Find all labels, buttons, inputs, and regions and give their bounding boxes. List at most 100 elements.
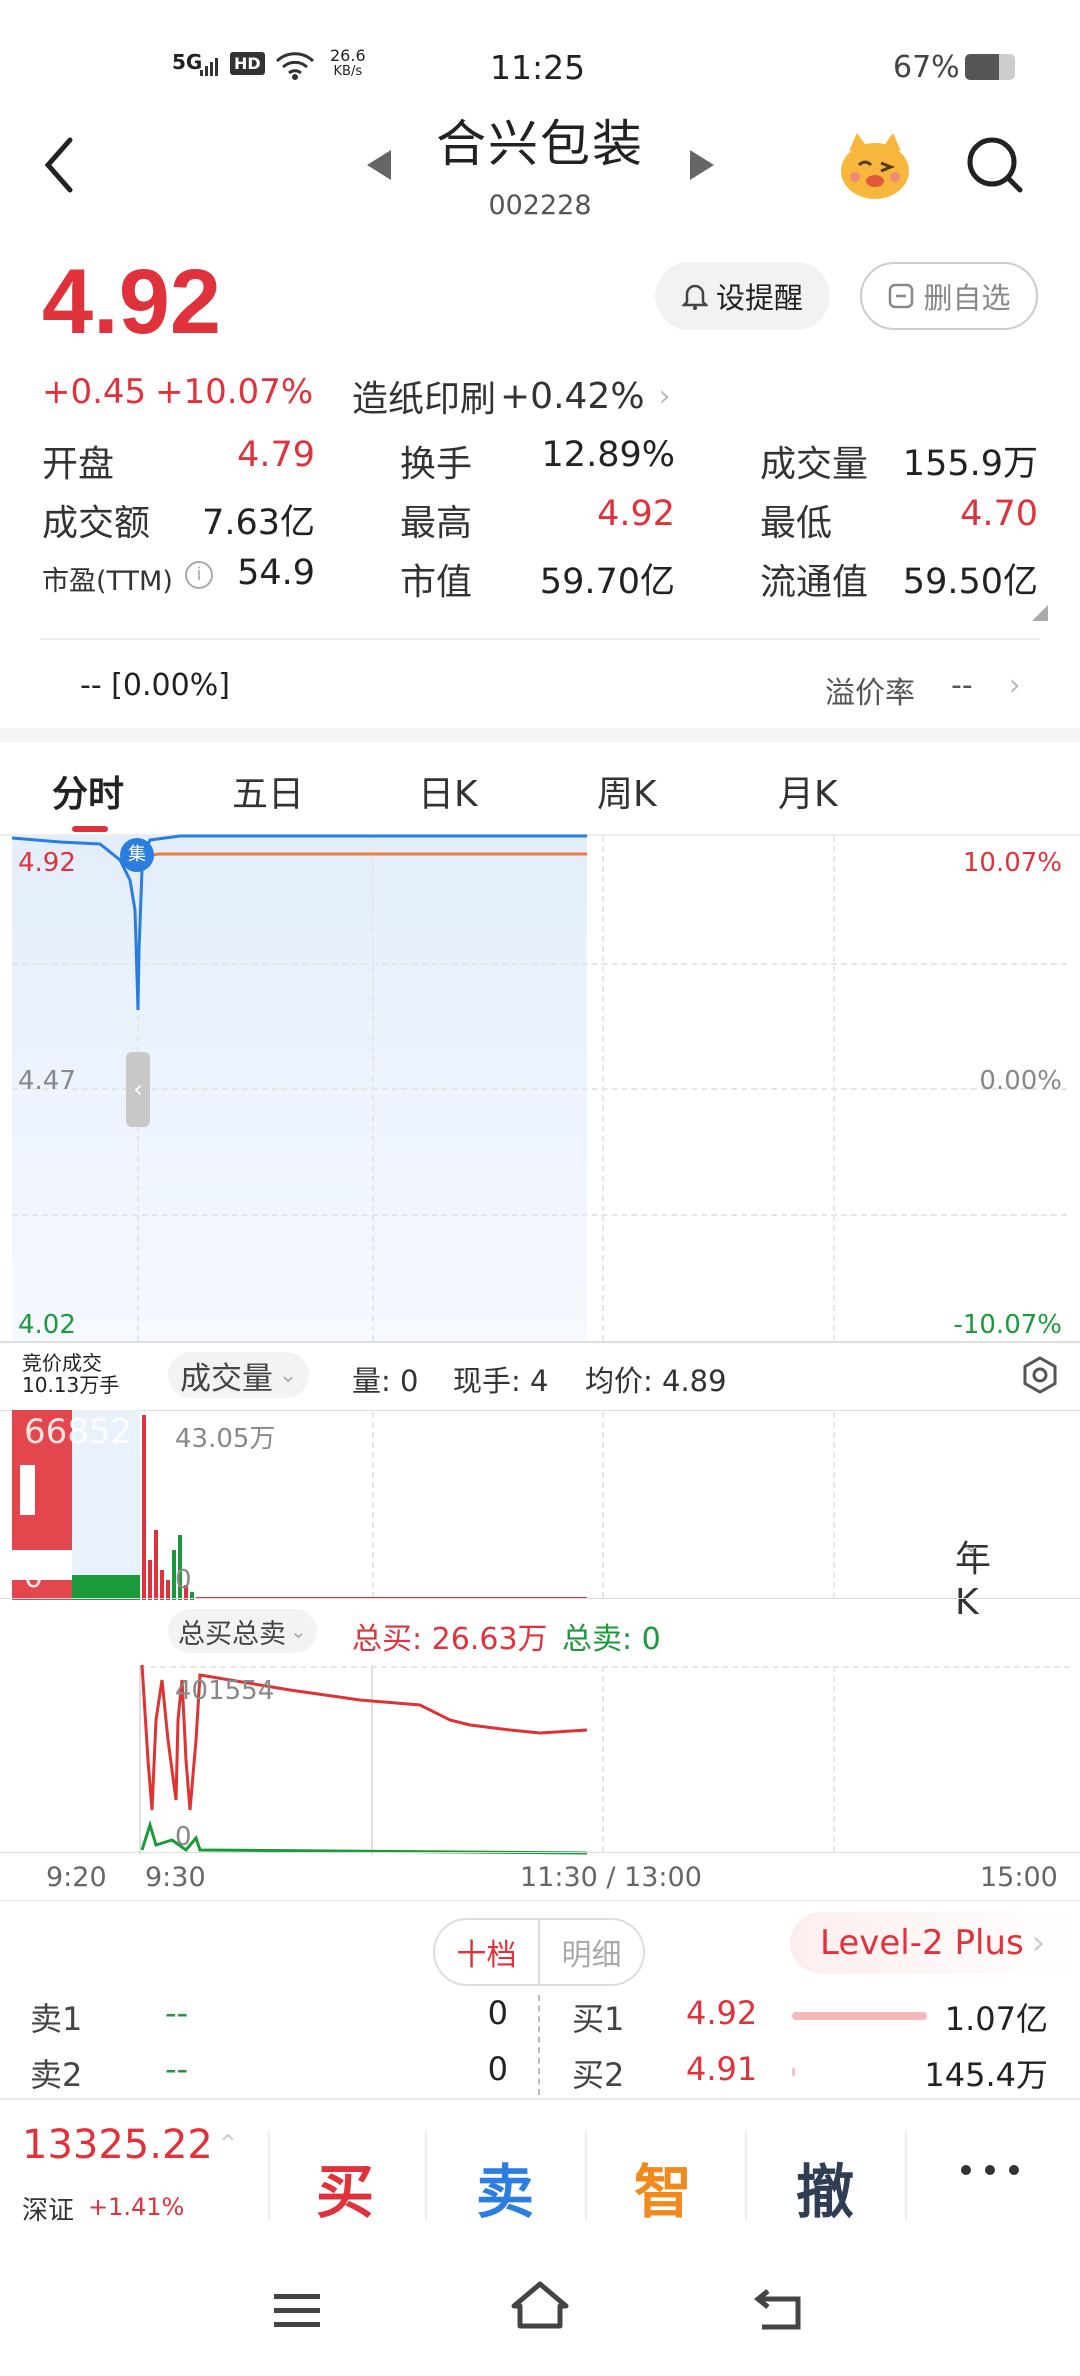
- next-stock-button[interactable]: [688, 148, 716, 186]
- bidask-selector[interactable]: 总买总卖 ⌄: [168, 1609, 317, 1653]
- battery-icon: [965, 54, 1015, 80]
- level2-plus-button[interactable]: Level-2 Plus ›: [790, 1912, 1080, 1974]
- intraday-chart[interactable]: [0, 830, 1080, 1350]
- collapse-handle[interactable]: ‹: [126, 1052, 150, 1127]
- settings-button[interactable]: [1020, 1355, 1060, 1399]
- volume-selector[interactable]: 成交量 ⌄: [168, 1352, 310, 1398]
- stock-code: 002228: [488, 190, 592, 221]
- back-nav-button[interactable]: [752, 2285, 806, 2337]
- premium-value: --: [951, 668, 973, 703]
- status-bar: 5G HD 26.6 KB/s 11:25 67%: [0, 0, 1080, 110]
- bell-icon: [681, 284, 708, 310]
- clock: 11:25: [490, 48, 586, 87]
- smart-button[interactable]: 智: [588, 2145, 738, 2229]
- sell-level-label: 卖1: [30, 2000, 83, 2038]
- minus-box-icon: [889, 283, 914, 309]
- remove-watchlist-button[interactable]: 删自选: [860, 262, 1038, 330]
- buy-qty: 1.07亿: [944, 2000, 1048, 2038]
- sector-name: 造纸印刷: [352, 379, 497, 420]
- price-change-pct: +10.07%: [155, 372, 314, 412]
- search-icon: [967, 137, 1023, 193]
- network-indicator: 5G: [172, 50, 203, 74]
- menu-icon: [274, 2294, 320, 2327]
- chevron-right-icon: ›: [1008, 668, 1021, 703]
- auction-badge[interactable]: 集: [120, 838, 154, 872]
- y-axis-mid: 4.47: [18, 1066, 76, 1096]
- info-icon[interactable]: i: [185, 561, 213, 589]
- triangle-right-icon: [690, 150, 714, 180]
- volume-chart: [12, 1410, 587, 1600]
- tab-intraday[interactable]: 分时: [52, 765, 124, 817]
- pct-axis-bottom: -10.07%: [953, 1310, 1062, 1340]
- menu-nav-button[interactable]: [272, 2290, 322, 2334]
- buy-level-label: 买1: [572, 2000, 625, 2038]
- volume-selector-label: 成交量: [180, 1360, 273, 1397]
- auction-volume-label: 竞价成交 10.13万手: [22, 1352, 119, 1396]
- chevron-right-icon: ›: [1031, 1923, 1046, 1963]
- sell-qty: 0: [487, 2050, 508, 2088]
- premium-left: -- [0.00%]: [80, 668, 230, 703]
- pct-axis-top: 10.07%: [962, 848, 1062, 878]
- tab-daily-k[interactable]: 日K: [418, 765, 478, 817]
- index-value[interactable]: 13325.22: [22, 2122, 213, 2168]
- chevron-down-icon: ⌄: [290, 1619, 307, 1643]
- stat-value: 12.89%: [541, 435, 675, 475]
- sector-link[interactable]: 造纸印刷 +0.42% ›: [352, 370, 671, 422]
- more-button[interactable]: [958, 2162, 1022, 2182]
- remove-watchlist-label: 删自选: [923, 281, 1011, 315]
- search-button[interactable]: [965, 135, 1025, 199]
- mascot-button[interactable]: [835, 125, 915, 209]
- stat-label: 市值: [400, 562, 473, 603]
- set-alert-label: 设提醒: [715, 281, 803, 315]
- wifi-icon: [275, 52, 315, 84]
- buy-volume-bar: [792, 2012, 927, 2020]
- tab-ten-level[interactable]: 十档: [435, 1920, 540, 1984]
- buy-level-label: 买2: [572, 2056, 625, 2094]
- stat-value: 4.79: [237, 435, 315, 475]
- premium-rate-link[interactable]: 溢价率 -- ›: [825, 668, 1021, 712]
- home-nav-button[interactable]: [508, 2280, 572, 2334]
- mascot-icon: [841, 133, 909, 199]
- total-sell: 总卖: 0: [562, 1622, 661, 1657]
- sell-price: --: [165, 2050, 189, 2088]
- tab-five-day[interactable]: 五日: [232, 765, 304, 817]
- tab-monthly-k[interactable]: 月K: [778, 765, 838, 817]
- stat-label: 最低: [760, 503, 833, 544]
- sell-qty: 0: [487, 1994, 508, 2032]
- current-price: 4.92: [42, 251, 222, 353]
- stat-value: 155.9万: [902, 444, 1038, 484]
- stat-value: 4.70: [960, 494, 1038, 534]
- chevron-right-icon: ›: [658, 378, 671, 414]
- section-gap: [0, 728, 1080, 742]
- buy-button[interactable]: 买: [270, 2145, 420, 2229]
- chevron-up-icon[interactable]: ⌃: [217, 2130, 239, 2160]
- stat-label: 成交额: [42, 503, 151, 544]
- time-axis-start: 9:20: [46, 1862, 107, 1893]
- gear-icon: [1023, 1356, 1057, 1394]
- sell-level-label: 卖2: [30, 2056, 83, 2094]
- expand-corner-icon[interactable]: [1032, 605, 1048, 625]
- price-line: [11, 834, 587, 1011]
- buy-price: 4.91: [686, 2050, 758, 2088]
- stat-value: 4.92: [597, 494, 675, 534]
- stat-value: 7.63亿: [202, 503, 315, 543]
- tab-detail[interactable]: 明细: [540, 1920, 643, 1984]
- auction-volume-max: 66852: [24, 1412, 133, 1452]
- auction-label-line2: 10.13万手: [22, 1373, 120, 1397]
- set-alert-button[interactable]: 设提醒: [655, 262, 830, 330]
- tab-weekly-k[interactable]: 周K: [597, 765, 657, 817]
- auction-volume-min: 0: [24, 1560, 44, 1595]
- stat-label: 市盈(TTM): [42, 566, 173, 597]
- y-axis-bottom: 4.02: [18, 1310, 76, 1340]
- y-axis-top: 4.92: [18, 848, 76, 878]
- time-axis-mid: 11:30 / 13:00: [520, 1862, 702, 1893]
- bidask-selector-label: 总买总卖: [178, 1618, 286, 1650]
- more-dots-icon: [961, 2165, 1019, 2175]
- sell-button[interactable]: 卖: [430, 2145, 580, 2229]
- home-icon: [511, 2281, 569, 2329]
- stat-label: 成交量: [760, 444, 869, 485]
- stat-label: 最高: [400, 503, 473, 544]
- cancel-order-button[interactable]: 撤: [750, 2145, 900, 2229]
- stat-label: 流通值: [760, 562, 869, 603]
- volume-min-label: 0: [175, 1565, 192, 1595]
